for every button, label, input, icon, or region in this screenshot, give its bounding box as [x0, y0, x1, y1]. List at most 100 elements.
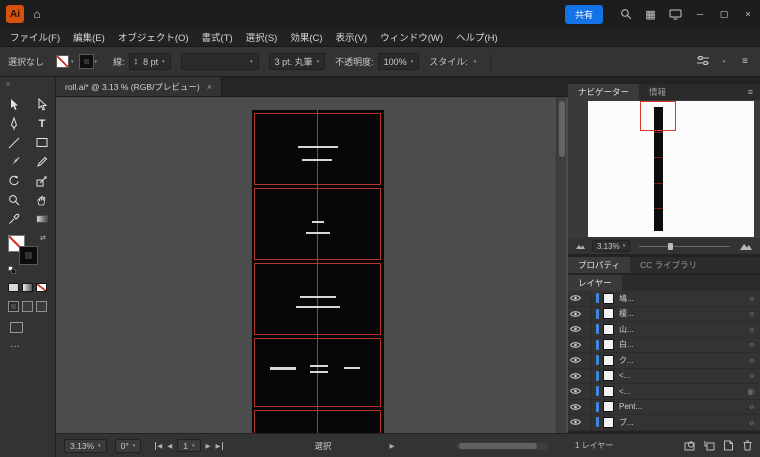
last-artboard-icon[interactable]: ▶ [216, 441, 223, 450]
layer-name[interactable]: 山... [619, 324, 634, 335]
draw-normal-button[interactable] [8, 301, 19, 312]
none-button[interactable] [36, 283, 47, 292]
horizontal-scrollbar-thumb[interactable] [459, 442, 537, 449]
layer-row[interactable]: 榎... ○ [568, 306, 760, 322]
zoom-out-mountains-icon[interactable] [575, 242, 586, 250]
tab-navigator[interactable]: ナビゲーター [568, 84, 640, 100]
minimize-button[interactable]: ─ [688, 0, 712, 28]
layer-row[interactable]: 白... ○ [568, 337, 760, 353]
pen-tool-button[interactable] [0, 114, 28, 133]
visibility-eye-icon[interactable] [568, 310, 583, 318]
layer-name[interactable]: ク... [619, 355, 634, 366]
layer-name[interactable]: 榎... [619, 308, 634, 319]
stepper-arrows-icon[interactable]: ▴ ▾ [135, 57, 138, 66]
lock-toggle[interactable] [583, 291, 592, 306]
layer-row[interactable]: Pent... ○ [568, 399, 760, 415]
menu-file[interactable]: ファイル(F) [10, 30, 60, 44]
layer-row[interactable]: ク... ○ [568, 353, 760, 369]
layer-name[interactable]: <... [619, 387, 630, 396]
control-bar-menu-icon[interactable]: ≡ [742, 56, 748, 67]
lock-toggle[interactable] [583, 368, 592, 383]
stroke-chevron-down-icon[interactable]: ▾ [95, 59, 98, 65]
paintbrush-tool-button[interactable] [0, 152, 28, 171]
lock-toggle[interactable] [583, 306, 592, 321]
horizontal-scrollbar[interactable] [456, 441, 548, 450]
vertical-scrollbar-thumb[interactable] [559, 101, 565, 157]
navigator-view-box[interactable] [640, 101, 676, 131]
lock-toggle[interactable] [583, 322, 592, 337]
lock-toggle[interactable] [583, 337, 592, 352]
layer-thumbnail[interactable] [603, 370, 614, 382]
stroke-weight-chevron-icon[interactable]: ▾ [162, 59, 165, 65]
layer-target-icon[interactable]: ○ [749, 371, 754, 380]
fill-swatch[interactable] [56, 55, 70, 68]
visibility-eye-icon[interactable] [568, 356, 583, 364]
zoom-in-mountains-icon[interactable] [739, 241, 753, 251]
scale-tool-button[interactable] [28, 171, 56, 190]
visibility-eye-icon[interactable] [568, 325, 583, 333]
layer-name[interactable]: Pent... [619, 402, 642, 411]
status-expand-icon[interactable]: ▶ [390, 442, 395, 450]
tab-cc-libraries[interactable]: CC ライブラリ [630, 257, 707, 273]
edit-toolbar-icon[interactable]: … [10, 339, 21, 350]
color-button[interactable] [8, 283, 19, 292]
zoom-dropdown[interactable]: 3.13% ▾ [64, 438, 107, 453]
maximize-button[interactable]: ▢ [712, 0, 736, 28]
layer-row[interactable]: <... ○ [568, 368, 760, 384]
canvas-area[interactable] [56, 97, 568, 433]
visibility-eye-icon[interactable] [568, 387, 583, 395]
layer-name[interactable]: <... [619, 371, 630, 380]
gradient-tool-button[interactable] [28, 209, 56, 228]
layer-row[interactable]: 鳩... ○ [568, 291, 760, 307]
next-artboard-icon[interactable]: ▶ [206, 442, 211, 450]
swap-fill-stroke-icon[interactable]: ⇄ [40, 234, 46, 242]
default-fill-stroke-icon[interactable] [8, 266, 17, 275]
stroke-color-well[interactable] [20, 247, 37, 264]
brush-definition-dropdown[interactable]: ▾ [180, 53, 259, 70]
menu-effect[interactable]: 効果(C) [290, 30, 322, 44]
new-layer-icon[interactable] [723, 440, 734, 451]
layer-thumbnail[interactable] [603, 401, 614, 413]
artboard-number-dropdown[interactable]: 1 ▾ [177, 439, 201, 452]
menu-view[interactable]: 表示(V) [336, 30, 368, 44]
home-icon[interactable]: ⌂ [24, 7, 50, 21]
draw-inside-button[interactable] [36, 301, 47, 312]
make-clipping-mask-icon[interactable] [684, 440, 696, 451]
layer-thumbnail[interactable] [603, 323, 614, 335]
gradient-button[interactable] [22, 283, 33, 292]
layer-thumbnail[interactable] [603, 292, 614, 304]
vertical-scrollbar[interactable] [556, 97, 566, 433]
menu-edit[interactable]: 編集(E) [73, 30, 105, 44]
zoom-tool-button[interactable] [0, 190, 28, 209]
navigator-panel-menu-icon[interactable]: ≡ [748, 84, 753, 100]
style-chevron-icon[interactable]: ▾ [474, 59, 477, 65]
layer-row[interactable]: <... ◎ [568, 384, 760, 400]
layer-target-icon[interactable]: ◎ [747, 387, 754, 396]
direct-selection-tool-button[interactable] [28, 95, 56, 114]
layer-thumbnail[interactable] [603, 354, 614, 366]
menu-help[interactable]: ヘルプ(H) [456, 30, 498, 44]
menu-window[interactable]: ウィンドウ(W) [380, 30, 443, 44]
menu-type[interactable]: 書式(T) [202, 30, 233, 44]
tab-properties[interactable]: プロパティ [568, 257, 630, 273]
eyedropper-tool-button[interactable] [0, 209, 28, 228]
menu-select[interactable]: 選択(S) [246, 30, 278, 44]
arrange-documents-icon[interactable] [663, 0, 688, 28]
workspace-switcher-icon[interactable]: ▦ [638, 0, 663, 28]
rotate-tool-button[interactable] [0, 171, 28, 190]
share-button[interactable]: 共有 [564, 4, 603, 24]
new-sublayer-icon[interactable] [704, 440, 715, 451]
brush-dropdown[interactable]: 3 pt. 丸筆 ▾ [268, 53, 326, 70]
fill-chevron-down-icon[interactable]: ▾ [71, 59, 74, 65]
navigator-zoom-dropdown[interactable]: 3.13% ▾ [592, 240, 631, 252]
lock-toggle[interactable] [583, 384, 592, 399]
visibility-eye-icon[interactable] [568, 403, 583, 411]
screen-mode-button[interactable] [10, 322, 23, 333]
panel-options-chevron-icon[interactable]: ▾ [723, 59, 726, 65]
artboard[interactable] [252, 110, 384, 433]
collapse-toolbar-icon[interactable]: « [6, 79, 10, 88]
tab-info[interactable]: 情報 [639, 84, 676, 100]
layer-target-icon[interactable]: ○ [749, 294, 754, 303]
visibility-eye-icon[interactable] [568, 294, 583, 302]
layer-name[interactable]: 鳩... [619, 293, 634, 304]
